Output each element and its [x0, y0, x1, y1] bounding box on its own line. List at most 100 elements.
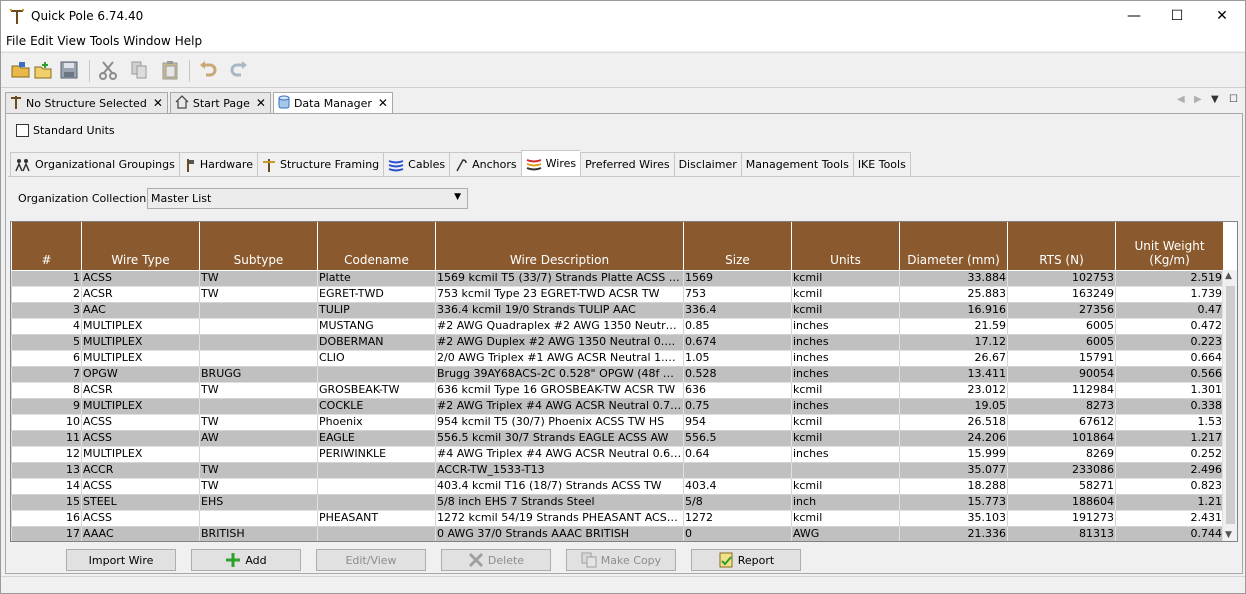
column-header[interactable]: Subtype [199, 222, 318, 271]
doc-tab-data-manager[interactable]: Data Manager ✕ [272, 92, 393, 113]
report-icon [718, 552, 734, 568]
button-label: Make Copy [600, 553, 662, 567]
tab-wires[interactable]: Wires [520, 150, 581, 176]
minimize-button[interactable]: — [1111, 1, 1157, 31]
table-cell: kcmil [791, 477, 900, 495]
tab-scroll-right-icon[interactable]: ▶ [1194, 94, 1202, 105]
org-collection-select[interactable]: Master List ▼ [147, 188, 468, 209]
column-header[interactable]: RTS (N) [1007, 222, 1116, 271]
undo-icon[interactable] [196, 58, 220, 82]
table-row[interactable]: 16 ACSS PHEASANT 1272 kcmil 54/19 Strands P… [11, 509, 1224, 527]
tab-anchors[interactable]: Anchors [449, 152, 521, 176]
open-folder-icon[interactable] [9, 58, 33, 82]
scroll-thumb[interactable] [1226, 286, 1235, 524]
tab-organizational-groupings[interactable]: Organizational Groupings [10, 152, 179, 176]
delete-button[interactable]: Delete [441, 549, 551, 571]
tab-management-tools[interactable]: Management Tools [740, 152, 853, 176]
tab-label: Preferred Wires [585, 158, 670, 171]
tab-scroll-left-icon[interactable]: ◀ [1177, 94, 1185, 105]
tab-hardware[interactable]: Hardware [178, 152, 257, 176]
table-row[interactable]: 6 MULTIPLEX CLIO 2/0 AWG Triplex #1 AWG ACS… [11, 349, 1224, 367]
table-row[interactable]: 13 ACCR TW ACCR-TW_1533-T13 35.077 233086 2.49… [11, 461, 1224, 479]
tab-maximize-icon[interactable]: ☐ [1229, 94, 1238, 105]
tab-disclaimer[interactable]: Disclaimer [673, 152, 741, 176]
maximize-icon: ☐ [1170, 8, 1184, 24]
menu-bar: File Edit View Tools Window Help [1, 31, 1245, 51]
new-file-icon[interactable] [31, 58, 55, 82]
report-button[interactable]: Report [691, 549, 801, 571]
table-row[interactable]: 9 MULTIPLEX COCKLE #2 AWG Triplex #4 AWG AC… [11, 397, 1224, 415]
minimize-icon: — [1127, 8, 1141, 24]
menu-file[interactable]: File [5, 34, 29, 48]
close-icon[interactable]: ✕ [378, 96, 388, 110]
column-header[interactable]: Codename [317, 222, 436, 271]
table-row[interactable]: 2 ACSR TW EGRET-TWD 753 kcmil Type 23 EGRET-… [11, 285, 1224, 303]
column-header[interactable]: Unit Weight (Kg/m) [1115, 222, 1224, 271]
column-header[interactable]: # [11, 222, 82, 271]
scroll-up-icon[interactable]: ▲ [1225, 271, 1232, 281]
tab-ike-tools[interactable]: IKE Tools [852, 152, 911, 176]
menu-help[interactable]: Help [174, 34, 205, 48]
column-header[interactable]: Size [683, 222, 792, 271]
menu-view[interactable]: View [56, 34, 88, 48]
table-row[interactable]: 5 MULTIPLEX DOBERMAN #2 AWG Duplex #2 AWG 1… [11, 333, 1224, 351]
table-cell: BRITISH [199, 525, 318, 541]
close-icon[interactable]: ✕ [153, 96, 163, 110]
tab-structure-framing[interactable]: Structure Framing [256, 152, 384, 176]
paste-icon[interactable] [158, 58, 182, 82]
table-cell: 5/8 inch EHS 7 Strands Steel [435, 493, 684, 511]
table-row[interactable]: 4 MULTIPLEX MUSTANG #2 AWG Quadraplex #2 AW… [11, 317, 1224, 335]
table-cell: 2.496 [1115, 461, 1224, 479]
table-row[interactable]: 1 ACSS TW Platte 1569 kcmil T5 (33/7) Strand… [11, 269, 1224, 287]
table-cell: 8269 [1007, 445, 1116, 463]
doc-tab-no-structure[interactable]: No Structure Selected ✕ [5, 92, 168, 113]
tab-list-dropdown-icon[interactable]: ▼ [1211, 94, 1219, 105]
table-row[interactable]: 3 AAC TULIP 336.4 kcmil 19/0 Strands TULIP … [11, 301, 1224, 319]
table-row[interactable]: 14 ACSS TW 403.4 kcmil T16 (18/7) Strands A… [11, 477, 1224, 495]
column-header[interactable]: Wire Type [81, 222, 200, 271]
table-row[interactable]: 17 AAAC BRITISH 0 AWG 37/0 Strands AAAC BRI… [11, 525, 1224, 541]
table-row[interactable]: 10 ACSS TW Phoenix 954 kcmil T5 (30/7) Phoen… [11, 413, 1224, 431]
scroll-down-icon[interactable]: ▼ [1225, 530, 1232, 540]
table-cell: 13 [11, 461, 82, 479]
tab-cables[interactable]: Cables [383, 152, 450, 176]
table-cell: 0.823 [1115, 477, 1224, 495]
add-button[interactable]: Add [191, 549, 301, 571]
doc-tab-start-page[interactable]: Start Page ✕ [169, 92, 271, 113]
copy-icon[interactable] [127, 58, 151, 82]
checkbox-box[interactable] [16, 124, 29, 137]
table-row[interactable]: 7 OPGW BRUGG Brugg 39AY68ACS-2C 0.528" OPGW… [11, 365, 1224, 383]
edit-view-button[interactable]: Edit/View [316, 549, 426, 571]
table-cell: 8 [11, 381, 82, 399]
redo-icon[interactable] [227, 58, 251, 82]
close-icon[interactable]: ✕ [256, 96, 266, 110]
save-icon[interactable] [57, 58, 81, 82]
maximize-button[interactable]: ☐ [1154, 1, 1200, 31]
column-header[interactable]: Wire Description [435, 222, 684, 271]
table-row[interactable]: 15 STEEL EHS 5/8 inch EHS 7 Strands Steel 5/… [11, 493, 1224, 511]
table-cell: 16 [11, 509, 82, 527]
menu-window[interactable]: Window [122, 34, 173, 48]
vertical-scrollbar[interactable]: ▲ ▼ [1222, 270, 1237, 541]
table-cell: MUSTANG [317, 317, 436, 335]
table-row[interactable]: 8 ACSR TW GROSBEAK-TW 636 kcmil Type 16 GROS… [11, 381, 1224, 399]
table-cell: 1.217 [1115, 429, 1224, 447]
tab-preferred-wires[interactable]: Preferred Wires [580, 152, 674, 176]
close-button[interactable]: ✕ [1199, 1, 1245, 31]
table-cell: 23.012 [899, 381, 1008, 399]
table-cell: 25.883 [899, 285, 1008, 303]
table-row[interactable]: 11 ACSS AW EAGLE 556.5 kcmil 30/7 Strands EA… [11, 429, 1224, 447]
make-copy-button[interactable]: Make Copy [566, 549, 676, 571]
menu-edit[interactable]: Edit [29, 34, 56, 48]
import-wire-button[interactable]: Import Wire [66, 549, 176, 571]
standard-units-checkbox[interactable]: Standard Units [16, 124, 115, 137]
table-cell: EAGLE [317, 429, 436, 447]
table-cell: 2 [11, 285, 82, 303]
column-header[interactable]: Diameter (mm) [899, 222, 1008, 271]
table-cell: 0.223 [1115, 333, 1224, 351]
table-row[interactable]: 12 MULTIPLEX PERIWINKLE #4 AWG Triplex #4 A… [11, 445, 1224, 463]
column-header[interactable]: Units [791, 222, 900, 271]
cut-icon[interactable] [96, 58, 120, 82]
menu-tools[interactable]: Tools [89, 34, 123, 48]
button-label: Delete [487, 553, 525, 567]
